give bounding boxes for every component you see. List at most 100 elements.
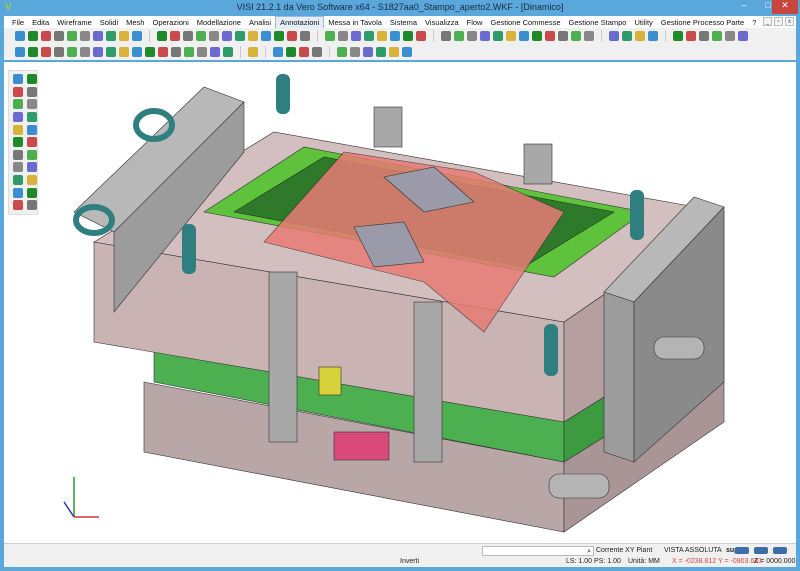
menu-file[interactable]: File [8, 17, 28, 28]
menu-gestione-processo-parte[interactable]: Gestione Processo Parte [657, 17, 748, 28]
toolbar-tool-icon[interactable] [287, 31, 297, 41]
toolbar-tool-icon[interactable] [93, 31, 103, 41]
view-button[interactable] [754, 547, 768, 554]
toolbar-tool-icon[interactable] [261, 31, 271, 41]
toolbar-tool-icon[interactable] [106, 31, 116, 41]
toolbar-tool-icon[interactable] [441, 31, 451, 41]
menu--[interactable]: ? [748, 17, 760, 28]
3d-viewport[interactable] [4, 62, 796, 543]
toolbar-tool-icon[interactable] [325, 31, 335, 41]
minimize-button[interactable]: – [732, 0, 756, 14]
search-input[interactable]: ⌕ [482, 546, 594, 556]
toolbar-tool-icon[interactable] [699, 31, 709, 41]
toolbar-tool-icon[interactable] [558, 31, 568, 41]
menu-annotazioni[interactable]: Annotazioni [275, 15, 325, 29]
toolbar-tool-icon[interactable] [300, 31, 310, 41]
toolbar-tool-icon[interactable] [364, 31, 374, 41]
toolbar-tool-icon[interactable] [145, 47, 155, 57]
toolbar-tool-icon[interactable] [27, 162, 37, 173]
toolbar-tool-icon[interactable] [13, 111, 23, 122]
toolbar-tool-icon[interactable] [337, 47, 347, 57]
toolbar-tool-icon[interactable] [28, 31, 38, 41]
toolbar-tool-icon[interactable] [93, 47, 103, 57]
toolbar-tool-icon[interactable] [635, 31, 645, 41]
toolbar-tool-icon[interactable] [27, 175, 37, 186]
menu-utility[interactable]: Utility [630, 17, 656, 28]
toolbar-tool-icon[interactable] [27, 200, 37, 211]
view-button[interactable] [735, 547, 749, 554]
toolbar-tool-icon[interactable] [27, 111, 37, 122]
menu-mesh[interactable]: Mesh [122, 17, 148, 28]
toolbar-tool-icon[interactable] [493, 31, 503, 41]
menu-visualizza[interactable]: Visualizza [421, 17, 463, 28]
toolbar-tool-icon[interactable] [119, 47, 129, 57]
toolbar-tool-icon[interactable] [27, 74, 37, 84]
toolbar-tool-icon[interactable] [222, 31, 232, 41]
toolbar-tool-icon[interactable] [210, 47, 220, 57]
toolbar-tool-icon[interactable] [106, 47, 116, 57]
toolbar-tool-icon[interactable] [738, 31, 748, 41]
toolbar-tool-icon[interactable] [248, 47, 258, 57]
toolbar-tool-icon[interactable] [480, 31, 490, 41]
toolbar-tool-icon[interactable] [402, 47, 412, 57]
toolbar-tool-icon[interactable] [416, 31, 426, 41]
toolbar-tool-icon[interactable] [545, 31, 555, 41]
toolbar-tool-icon[interactable] [119, 31, 129, 41]
invert-button[interactable]: Inverti [400, 558, 419, 565]
toolbar-tool-icon[interactable] [27, 99, 37, 110]
toolbar-tool-icon[interactable] [67, 47, 77, 57]
toolbar-tool-icon[interactable] [132, 47, 142, 57]
toolbar-tool-icon[interactable] [351, 31, 361, 41]
menu-edita[interactable]: Edita [28, 17, 53, 28]
toolbar-tool-icon[interactable] [376, 47, 386, 57]
toolbar-tool-icon[interactable] [286, 47, 296, 57]
toolbar-tool-icon[interactable] [28, 47, 38, 57]
toolbar-tool-icon[interactable] [27, 187, 37, 198]
toolbar-tool-icon[interactable] [67, 31, 77, 41]
menu-messa-in-tavola[interactable]: Messa in Tavola [324, 17, 386, 28]
toolbar-tool-icon[interactable] [467, 31, 477, 41]
toolbar-tool-icon[interactable] [712, 31, 722, 41]
toolbar-tool-icon[interactable] [622, 31, 632, 41]
toolbar-tool-icon[interactable] [13, 187, 23, 198]
toolbar-tool-icon[interactable] [725, 31, 735, 41]
menu-analisi[interactable]: Analisi [245, 17, 275, 28]
toolbar-tool-icon[interactable] [377, 31, 387, 41]
toolbar-tool-icon[interactable] [248, 31, 258, 41]
toolbar-tool-icon[interactable] [209, 31, 219, 41]
toolbar-tool-icon[interactable] [13, 124, 23, 135]
toolbar-tool-icon[interactable] [13, 137, 23, 148]
toolbar-tool-icon[interactable] [571, 31, 581, 41]
toolbar-tool-icon[interactable] [196, 31, 206, 41]
toolbar-tool-icon[interactable] [454, 31, 464, 41]
view-button[interactable] [773, 547, 787, 554]
toolbar-tool-icon[interactable] [403, 31, 413, 41]
toolbar-tool-icon[interactable] [673, 31, 683, 41]
toolbar-tool-icon[interactable] [157, 31, 167, 41]
toolbar-tool-icon[interactable] [584, 31, 594, 41]
toolbar-tool-icon[interactable] [132, 31, 142, 41]
menu-sistema[interactable]: Sistema [386, 17, 421, 28]
toolbar-tool-icon[interactable] [27, 124, 37, 135]
toolbar-tool-icon[interactable] [532, 31, 542, 41]
plane-indicator[interactable]: Corrente XY Piant [596, 547, 652, 554]
toolbar-tool-icon[interactable] [13, 200, 23, 211]
doc-minimize-button[interactable]: _ [763, 17, 772, 26]
menu-solidi[interactable]: Solidi [96, 17, 122, 28]
toolbar-tool-icon[interactable] [519, 31, 529, 41]
toolbar-tool-icon[interactable] [158, 47, 168, 57]
toolbar-tool-icon[interactable] [350, 47, 360, 57]
toolbar-tool-icon[interactable] [41, 47, 51, 57]
toolbar-tool-icon[interactable] [390, 31, 400, 41]
doc-close-button[interactable]: x [785, 17, 794, 26]
toolbar-tool-icon[interactable] [686, 31, 696, 41]
toolbar-tool-icon[interactable] [171, 47, 181, 57]
toolbar-tool-icon[interactable] [609, 31, 619, 41]
menu-flow[interactable]: Flow [463, 17, 487, 28]
toolbar-tool-icon[interactable] [274, 31, 284, 41]
toolbar-tool-icon[interactable] [223, 47, 233, 57]
toolbar-tool-icon[interactable] [170, 31, 180, 41]
toolbar-tool-icon[interactable] [197, 47, 207, 57]
toolbar-tool-icon[interactable] [54, 31, 64, 41]
toolbar-tool-icon[interactable] [506, 31, 516, 41]
